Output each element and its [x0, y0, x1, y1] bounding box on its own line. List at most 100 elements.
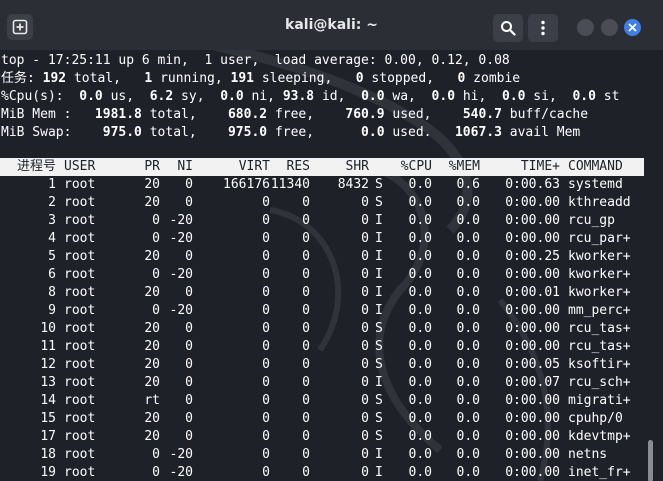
process-pr-cell: 20: [144, 321, 160, 336]
process-pr-cell: 20: [144, 357, 160, 372]
summary-text: 0.0: [361, 89, 385, 104]
process-mem-cell: 0.0: [456, 411, 480, 426]
process-state-cell: I: [375, 447, 383, 462]
process-cpu-cell: 0.0: [408, 411, 432, 426]
process-mem-cell: 0.0: [456, 267, 480, 282]
process-user-cell: root: [64, 411, 96, 426]
column-header-pid: 进程号: [16, 159, 56, 174]
process-mem-cell: 0.0: [456, 303, 480, 318]
process-user-cell: root: [64, 357, 96, 372]
column-header-cpu: %CPU: [400, 159, 432, 174]
process-shr-cell: 0: [361, 231, 369, 246]
process-time-cell: 0:00.00: [505, 195, 560, 210]
process-pr-cell: 20: [144, 285, 160, 300]
process-res-cell: 0: [302, 249, 310, 264]
process-res-cell: 0: [302, 267, 310, 282]
process-mem-cell: 0.0: [456, 195, 480, 210]
terminal-output[interactable]: top - 17:25:11 up 6 min, 1 user, load av…: [0, 50, 663, 481]
process-shr-cell: 0: [361, 249, 369, 264]
process-ni-cell: 0: [185, 249, 193, 264]
process-time-cell: 0:00.01: [505, 285, 560, 300]
process-pr-cell: 20: [144, 375, 160, 390]
column-header-time: TIME+: [520, 159, 560, 174]
process-virt-cell: 0: [262, 231, 270, 246]
process-command-cell: rcu_tas+: [568, 339, 631, 354]
summary-text: 0.0: [431, 89, 456, 104]
process-cpu-cell: 0.0: [408, 447, 432, 462]
process-command-cell: kdevtmp+: [568, 429, 631, 444]
process-mem-cell: 0.0: [456, 447, 480, 462]
process-pid-cell: 11: [40, 339, 56, 354]
minimize-button[interactable]: [577, 19, 594, 36]
summary-text: top - 17:25:11 up 6 min, 1 user, load av…: [1, 53, 510, 68]
process-time-cell: 0:00.00: [505, 267, 560, 282]
process-time-cell: 0:00.00: [505, 303, 560, 318]
summary-line: MiB Swap: 975.0 total, 975.0 free, 0.0 u…: [1, 124, 580, 142]
process-state-cell: I: [375, 303, 383, 318]
process-mem-cell: 0.0: [456, 285, 480, 300]
summary-text: 192: [34, 71, 67, 86]
close-button[interactable]: [624, 19, 641, 36]
process-cpu-cell: 0.0: [408, 303, 432, 318]
process-ni-cell: -20: [169, 447, 193, 462]
process-state-cell: S: [375, 321, 383, 336]
maximize-button[interactable]: [601, 19, 618, 36]
menu-button[interactable]: [528, 14, 558, 42]
column-header-user: USER: [64, 159, 96, 174]
summary-text: MiB Mem :: [1, 107, 88, 122]
process-res-cell: 0: [302, 231, 310, 246]
process-command-cell: cpuhp/0: [568, 411, 623, 426]
summary-text: st: [595, 89, 620, 104]
process-res-cell: 11340: [270, 177, 310, 192]
process-time-cell: 0:00.00: [505, 429, 560, 444]
column-header-command: COMMAND: [568, 159, 623, 174]
process-state-cell: S: [375, 177, 383, 192]
summary-text: 0.0: [572, 89, 596, 104]
process-pid-cell: 10: [40, 321, 56, 336]
scrollbar-thumb[interactable]: [648, 440, 653, 481]
summary-text: 540.7: [462, 107, 502, 122]
process-pr-cell: 20: [144, 429, 160, 444]
process-command-cell: mm_perc+: [568, 303, 631, 318]
search-icon: [501, 21, 516, 36]
process-cpu-cell: 0.0: [408, 339, 432, 354]
process-cpu-cell: 0.0: [408, 375, 432, 390]
process-pr-cell: 20: [144, 411, 160, 426]
process-pid-cell: 12: [40, 357, 56, 372]
process-time-cell: 0:00.00: [505, 213, 560, 228]
process-time-cell: 0:00.00: [505, 231, 560, 246]
process-mem-cell: 0.0: [456, 213, 480, 228]
process-pid-cell: 17: [40, 429, 56, 444]
process-command-cell: rcu_par+: [568, 231, 631, 246]
summary-text: total,: [141, 107, 228, 122]
process-user-cell: root: [64, 303, 96, 318]
summary-text: zombie: [465, 71, 521, 86]
process-time-cell: 0:00.00: [505, 339, 560, 354]
terminal-window: kali@kali: ~ top - 17:25:11 up 6 min, 1 …: [0, 0, 663, 481]
process-time-cell: 0:00.25: [505, 249, 560, 264]
process-ni-cell: -20: [169, 465, 193, 480]
search-button[interactable]: [493, 14, 523, 42]
process-cpu-cell: 0.0: [408, 393, 432, 408]
process-state-cell: S: [375, 411, 383, 426]
process-state-cell: I: [375, 465, 383, 480]
process-time-cell: 0:00.05: [505, 357, 560, 372]
process-ni-cell: -20: [169, 267, 193, 282]
process-res-cell: 0: [302, 213, 310, 228]
process-shr-cell: 0: [361, 393, 369, 408]
process-cpu-cell: 0.0: [408, 249, 432, 264]
column-header-shr: SHR: [345, 159, 369, 174]
close-icon: [628, 23, 637, 32]
process-res-cell: 0: [302, 447, 310, 462]
process-pr-cell: 0: [152, 213, 160, 228]
process-pid-cell: 6: [48, 267, 56, 282]
process-ni-cell: 0: [185, 393, 193, 408]
process-state-cell: S: [375, 195, 383, 210]
summary-text: used,: [384, 107, 463, 122]
process-user-cell: root: [64, 393, 96, 408]
summary-text: wa,: [384, 89, 432, 104]
process-virt-cell: 0: [262, 249, 270, 264]
process-pid-cell: 15: [40, 411, 56, 426]
column-header-ni: NI: [177, 159, 193, 174]
summary-text: 680.2: [227, 107, 268, 122]
